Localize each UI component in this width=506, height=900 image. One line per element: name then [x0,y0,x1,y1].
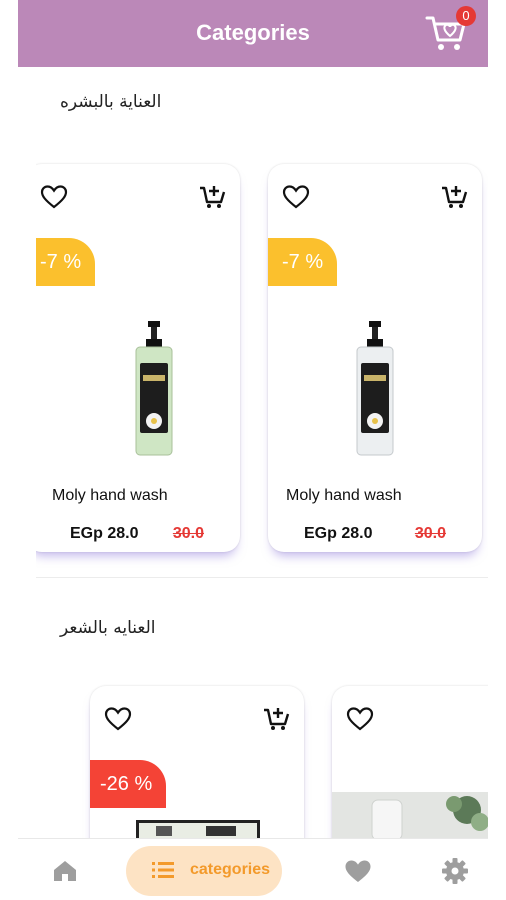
product-image [135,321,173,456]
favorite-icon[interactable] [104,706,132,732]
settings-icon[interactable] [441,857,469,885]
favorites-icon[interactable] [344,859,372,883]
bottom-navigation: categories [18,838,488,900]
product-price: EGp 28.0 [304,525,373,542]
product-card[interactable]: -7 % Moly hand wash EGp 28.0 30.0 [268,164,482,552]
product-name: Moly hand wash [286,487,402,504]
product-old-price: 30.0 [414,525,446,542]
favorite-icon[interactable] [40,184,68,210]
discount-badge: -7 % [268,238,338,286]
product-card[interactable] [332,686,488,838]
nav-categories-label: categories [190,861,271,878]
product-row-hair-care[interactable]: -26 % [36,672,488,838]
product-card[interactable]: -7 % Moly hand wash EGp 28.0 30.0 [36,164,240,552]
favorite-icon[interactable] [346,706,374,732]
home-icon[interactable] [52,859,78,883]
list-icon [152,862,174,878]
page-title: Categories [196,20,310,45]
discount-badge: -26 % [90,760,167,808]
cart-button[interactable]: 0 [424,6,476,56]
favorite-icon[interactable] [282,184,310,210]
product-card[interactable]: -26 % [90,686,304,838]
section-title-skin-care: العناية بالبشره [60,92,162,112]
section-divider [36,577,488,578]
app-screen: Categories 0 العناية بالبشره -7 % Moly h… [18,0,488,900]
product-row-skin-care[interactable]: -7 % Moly hand wash EGp 28.0 30.0 -7 % M… [36,150,488,570]
add-to-cart-icon[interactable] [440,184,468,210]
discount-badge: -7 % [36,238,96,286]
add-to-cart-icon[interactable] [198,184,226,210]
add-to-cart-icon[interactable] [262,706,290,732]
product-image [332,792,488,838]
app-bar: Categories 0 [18,0,488,67]
product-name: Moly hand wash [52,487,168,504]
product-image [136,820,260,838]
cart-count-badge: 0 [456,6,476,26]
product-image [356,321,394,456]
nav-categories-button[interactable]: categories [126,846,282,896]
section-title-hair-care: العنايه بالشعر [60,618,156,638]
product-price: EGp 28.0 [70,525,139,542]
product-old-price: 30.0 [172,525,204,542]
